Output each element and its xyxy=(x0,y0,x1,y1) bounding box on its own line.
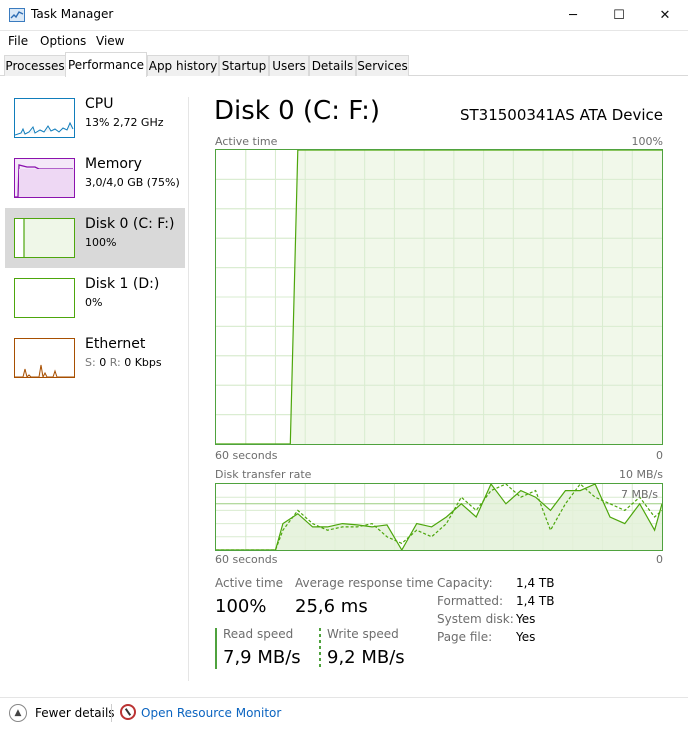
tab-startup[interactable]: Startup xyxy=(219,55,269,76)
cpu-thumbnail-graph xyxy=(14,98,75,138)
ethernet-receive-label: R: xyxy=(109,356,121,369)
page-file-label: Page file: xyxy=(437,630,493,644)
active-time-max-label: 100% xyxy=(631,135,663,148)
read-speed-value: 7,9 MB/s xyxy=(223,647,301,668)
menu-options[interactable]: Options xyxy=(40,34,86,48)
ethernet-send-label: S: xyxy=(85,356,96,369)
sidebar-memory-name: Memory xyxy=(85,156,142,172)
write-speed-indicator xyxy=(319,628,321,669)
sidebar-disk-0-sub: 100% xyxy=(85,236,117,249)
transfer-rate-chart-svg xyxy=(216,484,662,550)
page-file-value: Yes xyxy=(516,630,536,644)
sidebar-item-memory[interactable]: Memory 3,0/4,0 GB (75%) xyxy=(5,148,185,208)
capacity-value: 1,4 TB xyxy=(516,576,555,590)
sidebar-disk-0-name: Disk 0 (C: F:) xyxy=(85,216,175,232)
tab-services[interactable]: Services xyxy=(356,55,409,76)
chevron-up-icon[interactable]: ▲ xyxy=(9,704,27,722)
menu-bar: File Options View xyxy=(0,31,688,51)
read-speed-label: Read speed xyxy=(223,627,294,641)
sidebar-item-disk-1[interactable]: Disk 1 (D:) 0% xyxy=(5,268,185,328)
sidebar-ethernet-sub: S: 0 R: 0 Kbps xyxy=(85,356,162,369)
write-speed-label: Write speed xyxy=(327,627,399,641)
sidebar-cpu-sub: 13% 2,72 GHz xyxy=(85,116,164,129)
transfer-rate-min-label: 0 xyxy=(656,553,663,566)
tab-processes[interactable]: Processes xyxy=(4,55,66,76)
task-manager-icon xyxy=(9,8,25,22)
sidebar-memory-sub: 3,0/4,0 GB (75%) xyxy=(85,176,180,189)
avg-response-value: 25,6 ms xyxy=(295,596,368,617)
sidebar-item-cpu[interactable]: CPU 13% 2,72 GHz xyxy=(5,88,185,148)
open-resource-monitor-link[interactable]: Open Resource Monitor xyxy=(141,706,281,720)
resource-monitor-icon[interactable] xyxy=(120,704,136,720)
performance-sidebar: CPU 13% 2,72 GHz Memory 3,0/4,0 GB (75%)… xyxy=(0,77,190,697)
system-disk-label: System disk: xyxy=(437,612,514,626)
minimize-button[interactable]: ─ xyxy=(550,0,596,31)
formatted-label: Formatted: xyxy=(437,594,504,608)
fewer-details-button[interactable]: Fewer details xyxy=(35,706,115,720)
ethernet-receive-value: 0 Kbps xyxy=(124,356,162,369)
sidebar-divider xyxy=(188,97,189,681)
close-button[interactable]: ✕ xyxy=(642,0,688,31)
menu-view[interactable]: View xyxy=(96,34,124,48)
read-speed-indicator xyxy=(215,628,217,669)
ethernet-send-value: 0 xyxy=(99,356,107,369)
formatted-value: 1,4 TB xyxy=(516,594,555,608)
title-bar[interactable]: Task Manager ─ ☐ ✕ xyxy=(0,0,688,31)
avg-response-label: Average response time xyxy=(295,576,434,590)
transfer-rate-span-label: 60 seconds xyxy=(215,553,278,566)
footer-separator xyxy=(111,704,112,722)
active-time-chart-label: Active time xyxy=(215,135,278,148)
write-speed-value: 9,2 MB/s xyxy=(327,647,405,668)
transfer-rate-chart-label: Disk transfer rate xyxy=(215,468,312,481)
tab-app-history[interactable]: App history xyxy=(147,55,219,76)
device-name: ST31500341AS ATA Device xyxy=(459,106,663,124)
memory-thumbnail-graph xyxy=(14,158,75,198)
sidebar-cpu-name: CPU xyxy=(85,96,114,112)
footer-bar: ▲ Fewer details Open Resource Monitor xyxy=(0,697,688,738)
window-title: Task Manager xyxy=(31,7,114,21)
active-time-min-label: 0 xyxy=(656,449,663,462)
capacity-label: Capacity: xyxy=(437,576,493,590)
transfer-rate-read-area xyxy=(216,484,662,550)
tab-strip: Processes Performance App history Startu… xyxy=(0,52,688,77)
page-title: Disk 0 (C: F:) xyxy=(214,96,381,126)
active-time-chart-svg xyxy=(216,150,662,444)
disk-detail-panel: Disk 0 (C: F:) ST31500341AS ATA Device A… xyxy=(200,77,688,697)
sidebar-disk-1-name: Disk 1 (D:) xyxy=(85,276,160,292)
ethernet-thumbnail-graph xyxy=(14,338,75,379)
tab-performance[interactable]: Performance xyxy=(65,52,147,77)
disk-1-thumbnail-graph xyxy=(14,278,75,318)
system-disk-value: Yes xyxy=(516,612,536,626)
transfer-rate-marker-label: 7 MB/s xyxy=(621,488,658,501)
active-time-label: Active time xyxy=(215,576,284,590)
active-time-value: 100% xyxy=(215,596,267,617)
disk-0-thumbnail-graph xyxy=(14,218,75,258)
tab-details[interactable]: Details xyxy=(309,55,356,76)
active-time-span-label: 60 seconds xyxy=(215,449,278,462)
maximize-button[interactable]: ☐ xyxy=(596,0,642,31)
sidebar-ethernet-name: Ethernet xyxy=(85,336,146,352)
tab-users[interactable]: Users xyxy=(269,55,309,76)
transfer-rate-max-label: 10 MB/s xyxy=(619,468,663,481)
sidebar-item-disk-0[interactable]: Disk 0 (C: F:) 100% xyxy=(5,208,185,268)
active-time-chart xyxy=(215,149,663,445)
menu-file[interactable]: File xyxy=(8,34,28,48)
transfer-rate-chart: 7 MB/s xyxy=(215,483,663,551)
sidebar-item-ethernet[interactable]: Ethernet S: 0 R: 0 Kbps xyxy=(5,328,185,388)
sidebar-disk-1-sub: 0% xyxy=(85,296,103,309)
